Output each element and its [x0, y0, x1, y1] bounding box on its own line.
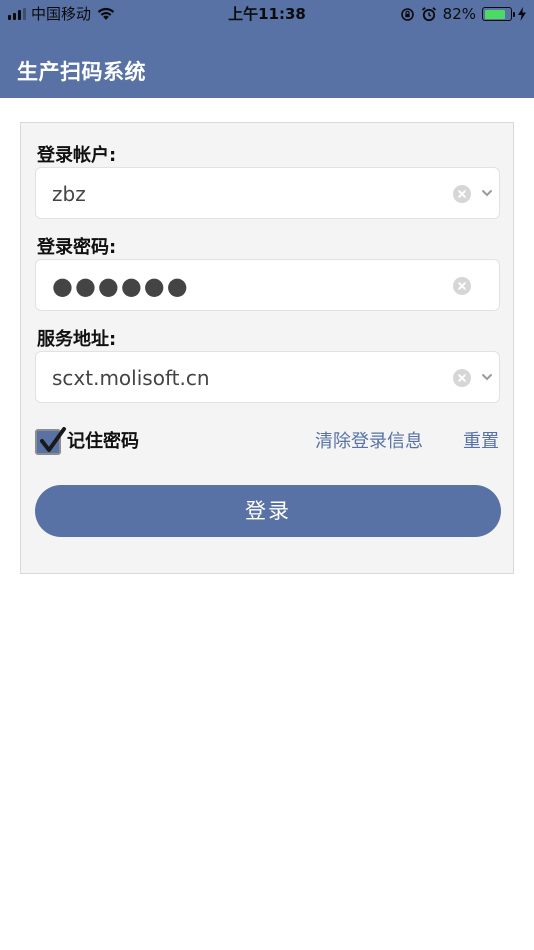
server-field[interactable]: scxt.molisoft.cn	[35, 351, 500, 403]
rotation-lock-icon	[400, 7, 414, 21]
account-label: 登录帐户:	[37, 145, 117, 166]
chevron-down-icon[interactable]	[481, 372, 493, 382]
battery-percent: 82%	[442, 5, 476, 23]
remember-password-label[interactable]: 记住密码	[67, 429, 139, 455]
password-field[interactable]: ●●●●●●	[35, 259, 500, 311]
account-field[interactable]: zbz	[35, 167, 500, 219]
page-title: 生产扫码系统	[17, 60, 146, 84]
account-value[interactable]: zbz	[52, 168, 86, 220]
clear-server-icon[interactable]	[453, 369, 471, 387]
battery-fill	[484, 9, 505, 19]
charging-icon	[518, 7, 526, 21]
chevron-down-icon[interactable]	[481, 188, 493, 198]
alarm-icon	[421, 7, 436, 22]
clear-login-info-link[interactable]: 清除登录信息	[315, 429, 423, 455]
server-label: 服务地址:	[37, 329, 117, 350]
clear-account-icon[interactable]	[453, 185, 471, 203]
check-icon	[40, 427, 66, 452]
server-value[interactable]: scxt.molisoft.cn	[52, 352, 210, 404]
password-label: 登录密码:	[37, 237, 117, 258]
app-header: 生产扫码系统	[0, 28, 534, 98]
reset-link[interactable]: 重置	[463, 429, 499, 455]
status-right: 82%	[400, 0, 526, 28]
password-value[interactable]: ●●●●●●	[52, 260, 190, 312]
login-button[interactable]: 登录	[35, 485, 501, 537]
battery-icon	[482, 7, 515, 21]
remember-password-checkbox[interactable]	[35, 427, 66, 455]
status-bar: 中国移动 上午11:38 82%	[0, 0, 534, 28]
login-panel: 登录帐户: zbz 登录密码: ●●●●●● 服务地址: scxt.moliso…	[20, 122, 514, 574]
clear-password-icon[interactable]	[453, 277, 471, 295]
